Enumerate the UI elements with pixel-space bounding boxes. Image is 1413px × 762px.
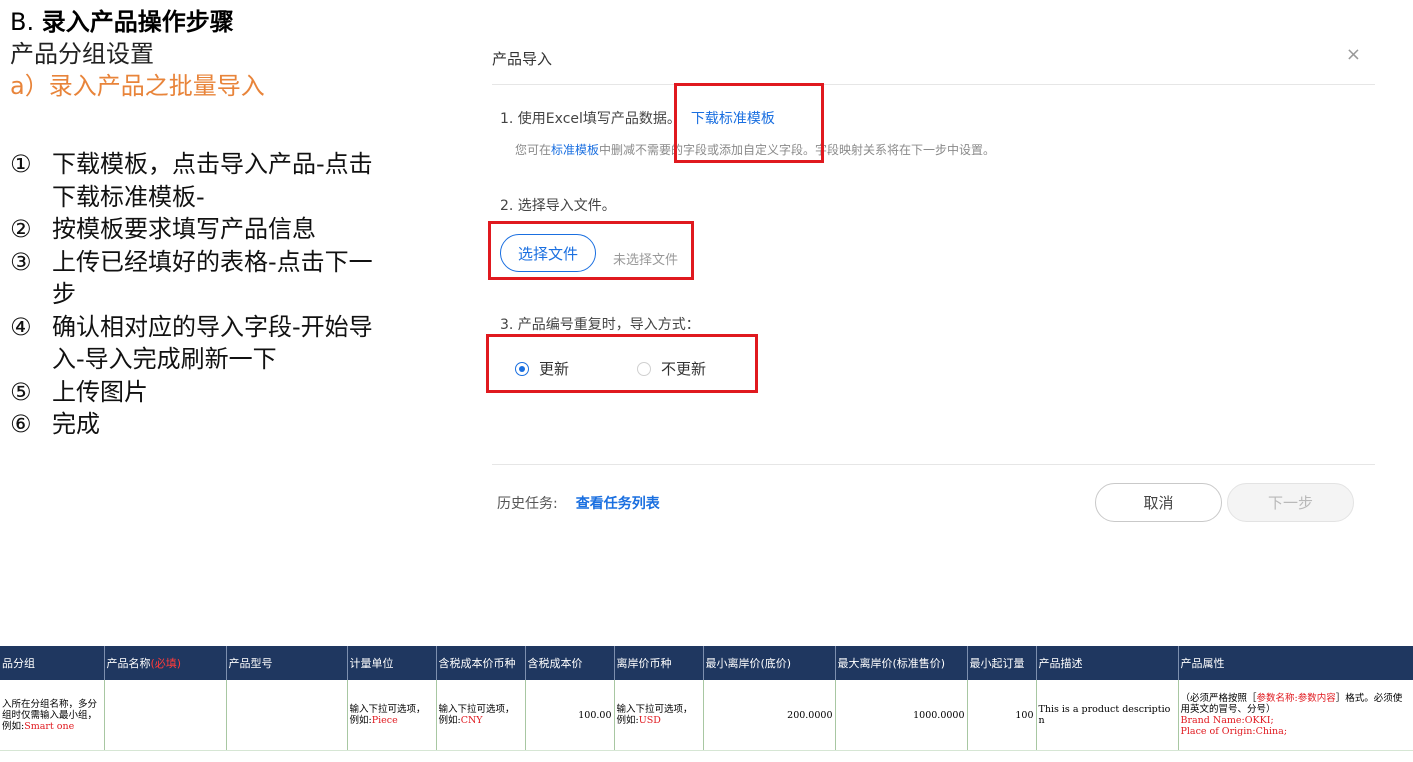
- template-link[interactable]: 标准模板: [551, 143, 599, 157]
- dialog-title: 产品导入: [492, 50, 553, 68]
- cell-fob-currency: 输入下拉可选项，例如:USD: [614, 680, 704, 751]
- import-mode-radio-group: 更新 不更新: [515, 358, 706, 379]
- column-header: 最小离岸价(底价): [703, 646, 836, 680]
- product-import-dialog: 产品导入 × 1. 使用Excel填写产品数据。 下载标准模板 您可在标准模板中删…: [475, 30, 1385, 540]
- column-header: 产品名称(必填): [104, 646, 227, 680]
- hint-suffix: 中删减不需要的字段或添加自定义字段。字段映射关系将在下一步中设置。: [599, 143, 996, 157]
- cell-model: [226, 680, 348, 751]
- step-text: 上传已经填好的表格-点击下一步: [52, 247, 373, 309]
- step-number: ⑤: [10, 377, 32, 406]
- step-number: ③: [10, 247, 32, 276]
- cell-unit: 输入下拉可选项，例如:Piece: [347, 680, 437, 751]
- step-text: 上传图片: [52, 377, 148, 406]
- table-header-row: 品分组 产品名称(必填) 产品型号 计量单位 含税成本价币种 含税成本价 离岸价…: [0, 646, 1413, 680]
- instructions-panel: B. 录入产品操作步骤 产品分组设置 a）录入产品之批量导入: [10, 6, 390, 102]
- template-table: 品分组 产品名称(必填) 产品型号 计量单位 含税成本价币种 含税成本价 离岸价…: [0, 646, 1413, 751]
- history-label: 历史任务:: [497, 496, 558, 512]
- step-text: 确认相对应的导入字段-开始导入-导入完成刷新一下: [52, 312, 373, 374]
- section-letter: B.: [10, 8, 35, 36]
- section-title: 录入产品操作步骤: [41, 8, 234, 36]
- radio-unchecked-icon: [637, 361, 652, 376]
- step-number: ④: [10, 312, 32, 341]
- radio-no-update[interactable]: 不更新: [637, 358, 706, 379]
- cell-max-fob: 1000.0000: [835, 680, 968, 751]
- choose-file-button[interactable]: 选择文件: [500, 234, 596, 272]
- step-text: 按模板要求填写产品信息: [52, 215, 316, 243]
- column-header: 含税成本价: [525, 646, 615, 680]
- step-item: ⑤ 上传图片: [10, 376, 380, 409]
- step-item: ⑥ 完成: [10, 408, 380, 441]
- column-header: 产品型号: [226, 646, 348, 680]
- column-header: 品分组: [0, 646, 105, 680]
- view-task-list-link[interactable]: 查看任务列表: [576, 496, 660, 512]
- radio-checked-icon: [515, 361, 529, 376]
- section-heading: B. 录入产品操作步骤: [10, 6, 390, 38]
- subheading: 产品分组设置: [10, 40, 154, 68]
- column-header: 计量单位: [347, 646, 437, 680]
- divider: [492, 84, 1375, 85]
- step1-hint: 您可在标准模板中删减不需要的字段或添加自定义字段。字段映射关系将在下一步中设置。: [515, 141, 995, 158]
- step2-text: 2. 选择导入文件。: [500, 198, 616, 214]
- excel-template-sheet: 品分组 产品名称(必填) 产品型号 计量单位 含税成本价币种 含税成本价 离岸价…: [0, 646, 1413, 751]
- cell-group: 入所在分组名称，多分组时仅需输入最小组，例如:Smart one: [0, 680, 105, 751]
- step-number: ②: [10, 215, 32, 243]
- column-header: 含税成本价币种: [436, 646, 526, 680]
- step-item: ③ 上传已经填好的表格-点击下一步: [10, 246, 380, 311]
- cell-description: This is a product description: [1036, 680, 1179, 751]
- step-item: ② 按模板要求填写产品信息: [10, 213, 380, 246]
- cell-cost-price: 100.00: [525, 680, 615, 751]
- table-row: 入所在分组名称，多分组时仅需输入最小组，例如:Smart one 输入下拉可选项…: [0, 680, 1413, 751]
- cell-moq: 100: [967, 680, 1037, 751]
- cell-attributes: （必须严格按照［参数名称:参数内容］格式。必须使用英文的冒号、分号） Brand …: [1178, 680, 1413, 751]
- radio-update-label: 更新: [539, 360, 570, 378]
- step-text: 下载模板，点击导入产品-点击下载标准模板-: [52, 150, 373, 211]
- column-header: 最大离岸价(标准售价): [835, 646, 968, 680]
- step-item: ① 下载模板，点击导入产品-点击下载标准模板-: [10, 148, 380, 213]
- column-header: 产品属性: [1178, 646, 1413, 680]
- cell-name: [104, 680, 227, 751]
- next-button[interactable]: 下一步: [1227, 483, 1354, 522]
- step-text: 完成: [52, 410, 100, 438]
- column-header: 离岸价币种: [614, 646, 704, 680]
- hint-prefix: 您可在: [515, 143, 552, 157]
- cell-min-fob: 200.0000: [703, 680, 836, 751]
- cell-cost-currency: 输入下拉可选项，例如:CNY: [436, 680, 526, 751]
- steps-list: ① 下载模板，点击导入产品-点击下载标准模板- ② 按模板要求填写产品信息 ③ …: [10, 148, 380, 441]
- cancel-button[interactable]: 取消: [1095, 483, 1222, 522]
- history-row: 历史任务: 查看任务列表: [497, 493, 660, 513]
- radio-no-update-label: 不更新: [661, 360, 707, 378]
- step-number: ①: [10, 150, 32, 178]
- radio-update[interactable]: 更新: [515, 358, 569, 379]
- column-header: 最小起订量: [967, 646, 1037, 680]
- step1-row: 1. 使用Excel填写产品数据。 下载标准模板: [500, 108, 775, 128]
- step1-text: 1. 使用Excel填写产品数据。: [500, 111, 681, 127]
- file-status: 未选择文件: [613, 253, 679, 268]
- step3-text: 3. 产品编号重复时，导入方式：: [500, 317, 700, 333]
- close-icon[interactable]: ×: [1346, 44, 1361, 65]
- step-number: ⑥: [10, 410, 32, 438]
- subheading-orange: a）录入产品之批量导入: [10, 72, 265, 100]
- divider: [492, 464, 1375, 465]
- column-header: 产品描述: [1036, 646, 1179, 680]
- step-item: ④ 确认相对应的导入字段-开始导入-导入完成刷新一下: [10, 311, 380, 376]
- download-template-link[interactable]: 下载标准模板: [691, 111, 775, 127]
